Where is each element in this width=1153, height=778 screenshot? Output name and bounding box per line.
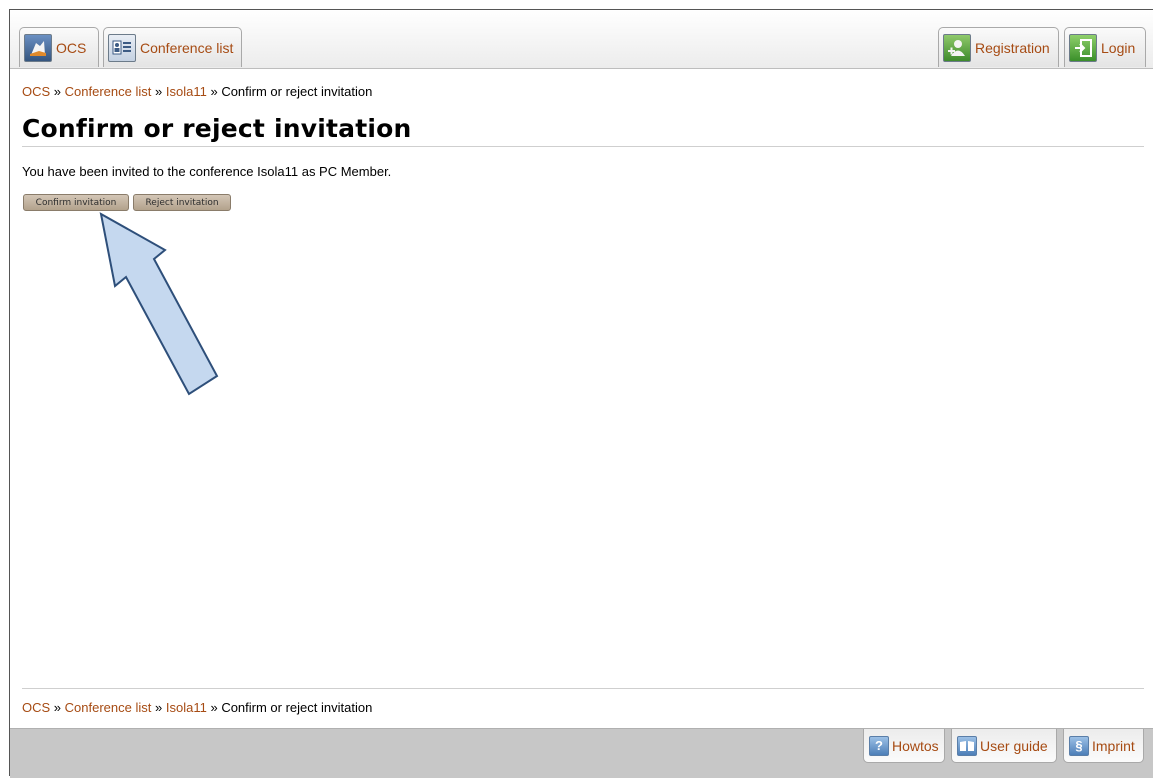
breadcrumb-current: Confirm or reject invitation bbox=[221, 700, 373, 715]
page-title: Confirm or reject invitation bbox=[22, 114, 412, 143]
top-nav-bar: OCS Conference list Registration Login bbox=[10, 10, 1153, 69]
tab-ocs-label: OCS bbox=[56, 39, 87, 56]
footer-bar: ? Howtos User guide § Imprint bbox=[10, 728, 1153, 778]
tab-registration-label: Registration bbox=[975, 39, 1050, 56]
reject-invitation-button[interactable]: Reject invitation bbox=[133, 194, 231, 211]
footer-tab-user-guide-label: User guide bbox=[980, 737, 1048, 754]
page-frame: OCS Conference list Registration Login O… bbox=[9, 9, 1153, 778]
book-icon bbox=[957, 735, 977, 756]
footer-tab-howtos-label: Howtos bbox=[892, 737, 939, 754]
footer-tab-howtos[interactable]: ? Howtos bbox=[863, 729, 945, 763]
breadcrumb-separator: » bbox=[210, 700, 218, 715]
breadcrumb-link-conference-list[interactable]: Conference list bbox=[65, 700, 152, 715]
tab-ocs[interactable]: OCS bbox=[19, 27, 99, 67]
tab-conference-list-label: Conference list bbox=[140, 39, 234, 56]
tab-conference-list[interactable]: Conference list bbox=[103, 27, 242, 67]
breadcrumb-link-conference-list[interactable]: Conference list bbox=[65, 84, 152, 99]
confirm-invitation-button[interactable]: Confirm invitation bbox=[23, 194, 129, 211]
tab-login[interactable]: Login bbox=[1064, 27, 1146, 67]
ocs-logo-icon bbox=[24, 33, 52, 62]
breadcrumb-separator: » bbox=[155, 84, 163, 99]
footer-tab-imprint[interactable]: § Imprint bbox=[1063, 729, 1144, 763]
breadcrumb-separator: » bbox=[53, 700, 62, 715]
breadcrumb-current: Confirm or reject invitation bbox=[221, 84, 373, 99]
footer-tab-user-guide[interactable]: User guide bbox=[951, 729, 1057, 763]
breadcrumb-link-isola11[interactable]: Isola11 bbox=[166, 84, 207, 99]
login-icon bbox=[1069, 33, 1097, 62]
breadcrumb-separator: » bbox=[210, 84, 218, 99]
breadcrumb-link-ocs[interactable]: OCS bbox=[22, 84, 50, 99]
footer-tab-imprint-label: Imprint bbox=[1092, 737, 1135, 754]
breadcrumb-separator: » bbox=[53, 84, 62, 99]
tab-registration[interactable]: Registration bbox=[938, 27, 1059, 67]
breadcrumb-top: OCS » Conference list » Isola11 » Confir… bbox=[22, 84, 372, 99]
footer-divider bbox=[22, 688, 1144, 689]
breadcrumb-bottom: OCS » Conference list » Isola11 » Confir… bbox=[22, 700, 372, 715]
imprint-icon: § bbox=[1069, 735, 1089, 756]
title-divider bbox=[22, 146, 1144, 147]
registration-icon bbox=[943, 33, 971, 62]
tab-login-label: Login bbox=[1101, 39, 1136, 56]
breadcrumb-link-isola11[interactable]: Isola11 bbox=[166, 700, 207, 715]
breadcrumb-separator: » bbox=[155, 700, 163, 715]
help-icon: ? bbox=[869, 735, 889, 756]
annotation-arrow-icon bbox=[99, 212, 219, 396]
invitation-message: You have been invited to the conference … bbox=[22, 164, 392, 179]
conference-list-icon bbox=[108, 33, 136, 62]
breadcrumb-link-ocs[interactable]: OCS bbox=[22, 700, 50, 715]
